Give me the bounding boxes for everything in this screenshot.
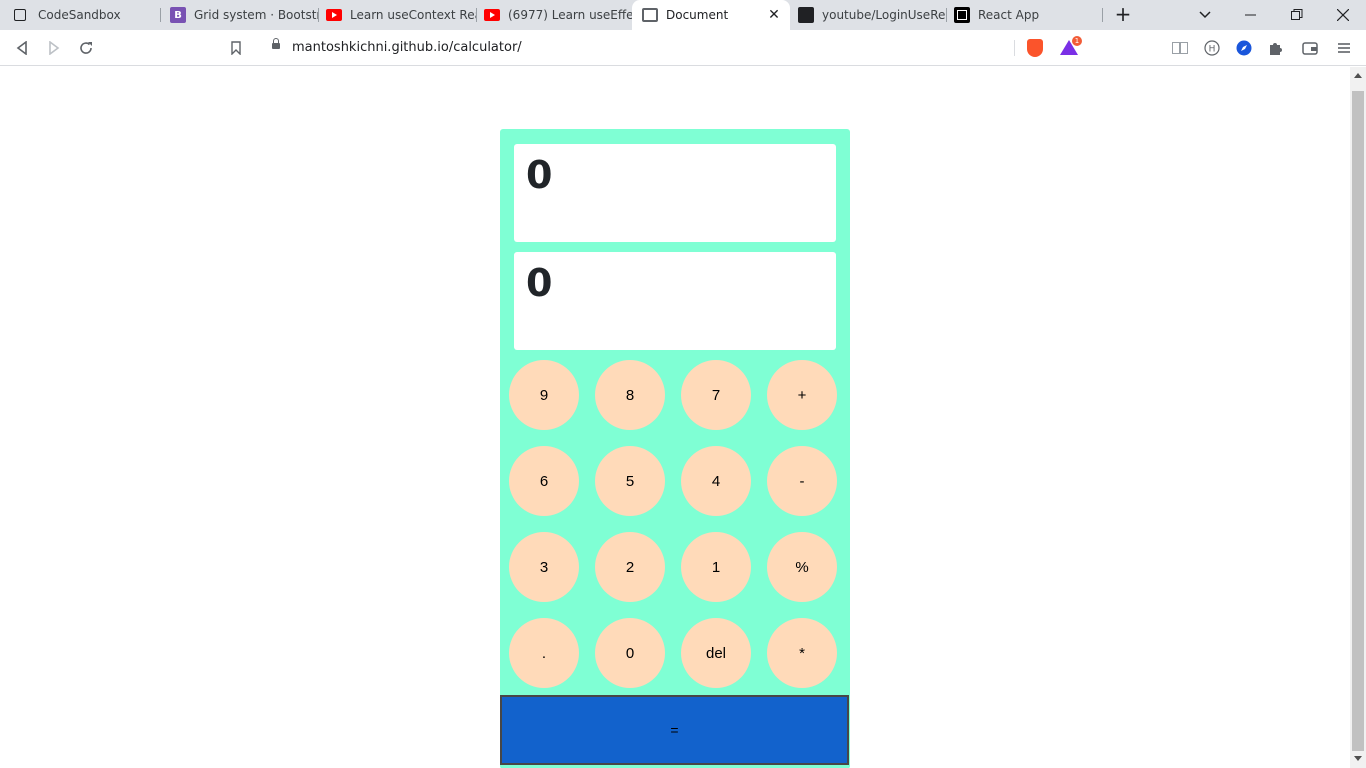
key-0[interactable]: 0 — [595, 618, 665, 688]
tab-search-button[interactable] — [1182, 0, 1228, 30]
divider — [1014, 40, 1015, 56]
scroll-thumb[interactable] — [1352, 91, 1364, 751]
vertical-scrollbar[interactable] — [1350, 67, 1366, 768]
tab-react-app[interactable]: React App — [946, 0, 1102, 30]
tab-separator — [1102, 8, 1103, 22]
bootstrap-icon: B — [170, 7, 186, 23]
key-6[interactable]: 6 — [509, 446, 579, 516]
key-8[interactable]: 8 — [595, 360, 665, 430]
puzzle-icon — [1270, 43, 1282, 55]
back-button[interactable] — [10, 36, 34, 60]
tab-codesandbox[interactable]: CodeSandbox — [0, 0, 160, 30]
previous-operand-display: 0 — [514, 144, 836, 242]
youtube-icon — [326, 9, 342, 21]
menu-button[interactable] — [1332, 36, 1356, 60]
close-icon — [1337, 9, 1349, 21]
page-content: 0 0 9 8 7 + 6 5 4 - 3 2 1 % . 0 del * = — [0, 67, 1350, 768]
key-delete[interactable]: del — [681, 618, 751, 688]
forward-button[interactable] — [42, 36, 66, 60]
key-3[interactable]: 3 — [509, 532, 579, 602]
compass-extension-icon — [1236, 40, 1252, 56]
bookmark-button[interactable] — [224, 36, 248, 60]
key-7[interactable]: 7 — [681, 360, 751, 430]
current-operand-display: 0 — [514, 252, 836, 350]
codesandbox-icon — [14, 9, 26, 21]
extension-compass-button[interactable] — [1232, 36, 1256, 60]
wallet-icon — [1302, 42, 1318, 55]
tab-usecontext[interactable]: Learn useContext React — [318, 0, 476, 30]
address-bar[interactable]: mantoshkichni.github.io/calculator/ 1 — [258, 34, 1088, 62]
minimize-button[interactable] — [1228, 0, 1274, 30]
tab-title: Grid system · Bootstrap — [194, 8, 318, 22]
minimize-icon — [1245, 14, 1256, 16]
bookmark-icon — [231, 41, 241, 55]
chevron-down-icon — [1199, 11, 1211, 19]
tab-title: Document — [666, 8, 729, 22]
react-app-icon — [954, 7, 970, 23]
tab-title: React App — [978, 8, 1040, 22]
hamburger-menu-icon — [1338, 43, 1350, 53]
equals-button[interactable]: = — [500, 695, 849, 765]
close-tab-icon[interactable]: ✕ — [766, 7, 782, 23]
globe-icon — [642, 8, 658, 22]
reading-mode-button[interactable] — [1168, 36, 1192, 60]
key-minus[interactable]: - — [767, 446, 837, 516]
extensions-button[interactable] — [1264, 36, 1288, 60]
tab-title: CodeSandbox — [38, 8, 121, 22]
tab-title: Learn useContext React — [350, 8, 476, 22]
rewards-badge: 1 — [1072, 36, 1082, 46]
lock-icon — [272, 38, 280, 49]
new-tab-button[interactable]: + — [1110, 3, 1136, 27]
key-5[interactable]: 5 — [595, 446, 665, 516]
scroll-up-arrow-icon[interactable] — [1354, 73, 1362, 78]
tab-title: youtube/LoginUseRed — [822, 8, 946, 22]
reload-icon — [80, 42, 92, 54]
restore-button[interactable] — [1274, 0, 1320, 30]
key-9[interactable]: 9 — [509, 360, 579, 430]
key-percent[interactable]: % — [767, 532, 837, 602]
key-decimal[interactable]: . — [509, 618, 579, 688]
reload-button[interactable] — [74, 36, 98, 60]
h-extension-icon: H — [1204, 40, 1220, 56]
tab-document[interactable]: Document ✕ — [632, 0, 790, 30]
svg-text:H: H — [1209, 45, 1216, 55]
key-multiply[interactable]: * — [767, 618, 837, 688]
scroll-down-arrow-icon[interactable] — [1354, 756, 1362, 761]
browser-toolbar: mantoshkichni.github.io/calculator/ 1 H — [0, 30, 1366, 66]
restore-icon — [1291, 9, 1303, 20]
youtube-icon — [484, 9, 500, 21]
back-arrow-icon — [16, 41, 27, 55]
github-icon — [798, 7, 814, 23]
brave-shields-icon[interactable] — [1027, 39, 1043, 57]
url-text: mantoshkichni.github.io/calculator/ — [292, 40, 522, 55]
key-4[interactable]: 4 — [681, 446, 751, 516]
tab-strip: CodeSandbox B Grid system · Bootstrap Le… — [0, 0, 1366, 30]
key-plus[interactable]: + — [767, 360, 837, 430]
forward-arrow-icon — [49, 41, 60, 55]
close-window-button[interactable] — [1320, 0, 1366, 30]
wallet-button[interactable] — [1298, 36, 1322, 60]
reader-icon — [1172, 42, 1188, 54]
key-1[interactable]: 1 — [681, 532, 751, 602]
tab-title: (6977) Learn useEffect — [508, 8, 632, 22]
tab-useeffect[interactable]: (6977) Learn useEffect — [476, 0, 632, 30]
extension-h-button[interactable]: H — [1200, 36, 1224, 60]
tab-github[interactable]: youtube/LoginUseRed — [790, 0, 946, 30]
tab-bootstrap[interactable]: B Grid system · Bootstrap — [160, 0, 318, 30]
key-2[interactable]: 2 — [595, 532, 665, 602]
calculator: 0 0 9 8 7 + 6 5 4 - 3 2 1 % . 0 del * = — [500, 129, 850, 768]
